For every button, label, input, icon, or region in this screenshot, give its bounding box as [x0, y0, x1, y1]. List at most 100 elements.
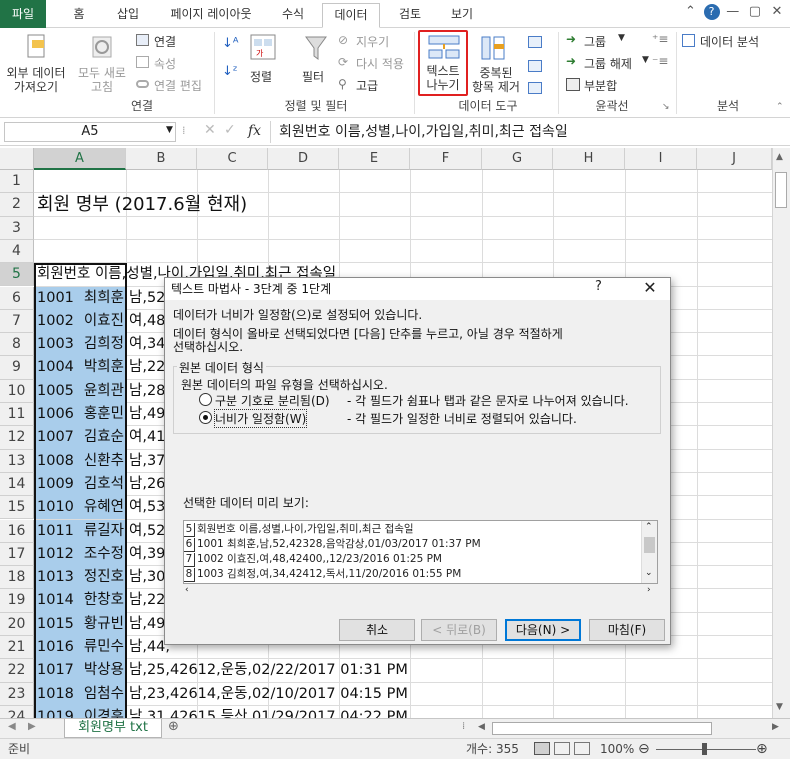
minimize-button[interactable]: —: [724, 4, 742, 19]
row-header[interactable]: 1: [0, 170, 34, 194]
selected-cell[interactable]: 1010 유혜연: [34, 496, 126, 520]
zoom-level[interactable]: 100%: [600, 739, 634, 759]
data-analysis-button[interactable]: 데이터 분석: [682, 32, 778, 50]
selected-cell[interactable]: 1005 윤희관: [34, 379, 126, 403]
preview-scroll-left-icon[interactable]: ‹: [185, 585, 189, 595]
row-header[interactable]: 17: [0, 542, 34, 567]
selected-cell[interactable]: 1012 조수정: [34, 542, 126, 567]
dialog-help-button[interactable]: ?: [595, 279, 602, 294]
back-button[interactable]: < 뒤로(B): [421, 619, 497, 641]
selected-cell[interactable]: 1015 황규빈: [34, 612, 126, 636]
row-header[interactable]: 6: [0, 286, 34, 310]
zoom-in-icon[interactable]: ⊕: [756, 739, 768, 759]
cancel-entry-icon[interactable]: ✕: [204, 122, 216, 138]
tab-page-layout[interactable]: 페이지 레이아웃: [160, 3, 262, 28]
formula-bar-handle-icon[interactable]: ⁞: [182, 124, 186, 137]
maximize-button[interactable]: ▢: [746, 4, 764, 19]
selected-cell[interactable]: 1007 김효순: [34, 426, 126, 450]
vertical-scrollbar[interactable]: ▲ ▼: [772, 148, 790, 718]
tab-view[interactable]: 보기: [442, 3, 482, 28]
row-header[interactable]: 18: [0, 566, 34, 590]
radio-delimited-indicator[interactable]: [199, 393, 212, 406]
tab-file[interactable]: 파일: [0, 0, 46, 28]
preview-scroll-thumb[interactable]: [644, 537, 655, 553]
column-header-h[interactable]: H: [553, 148, 625, 170]
confirm-entry-icon[interactable]: ✓: [224, 122, 236, 138]
zoom-out-icon[interactable]: ⊖: [638, 739, 650, 759]
radio-fixed-width-indicator[interactable]: [199, 411, 212, 424]
page-layout-view-icon[interactable]: [554, 742, 570, 755]
sort-asc-button[interactable]: ↓ᴬ: [220, 34, 242, 56]
collapse-ribbon-icon[interactable]: ⌃: [776, 102, 784, 112]
row-header[interactable]: 23: [0, 682, 34, 706]
sort-desc-button[interactable]: ↓ᶻ: [220, 62, 242, 84]
formula-input[interactable]: 회원번호 이름,성별,나이,가입일,취미,최근 접속일: [270, 121, 786, 143]
selected-cell[interactable]: 1017 박상용: [34, 659, 126, 683]
row-header[interactable]: 22: [0, 659, 34, 683]
row-header[interactable]: 16: [0, 519, 34, 543]
selected-cell[interactable]: 1016 류민수: [34, 636, 126, 660]
row-header[interactable]: 4: [0, 239, 34, 264]
reapply-button[interactable]: ⟳ 다시 적용: [338, 54, 414, 72]
selected-cell[interactable]: 1014 한창호: [34, 589, 126, 613]
clear-filter-button[interactable]: ⊘ 지우기: [338, 32, 414, 50]
row-header[interactable]: 2: [0, 193, 34, 217]
row-header[interactable]: 24: [0, 705, 34, 718]
selected-cell[interactable]: 1018 임첨수: [34, 682, 126, 706]
column-header-g[interactable]: G: [482, 148, 553, 170]
select-all-corner[interactable]: [0, 148, 34, 170]
what-if-button[interactable]: [526, 80, 548, 98]
row-header[interactable]: 9: [0, 356, 34, 380]
get-external-data-button[interactable]: 외부 데이터 가져오기: [4, 32, 68, 96]
data-preview-box[interactable]: 5 회원번호 이름,성별,나이,가입일,취미,최근 접속일 6 1001 최희훈,남,…: [183, 520, 658, 584]
properties-button[interactable]: 속성: [136, 54, 216, 72]
help-icon[interactable]: ?: [703, 4, 720, 20]
column-header-d[interactable]: D: [268, 148, 339, 170]
next-button[interactable]: 다음(N) >: [505, 619, 581, 641]
selected-cell[interactable]: 1009 김호석: [34, 472, 126, 497]
column-header-i[interactable]: I: [625, 148, 697, 170]
advanced-filter-button[interactable]: ⚲ 고급: [338, 76, 414, 94]
row-header[interactable]: 8: [0, 333, 34, 357]
selected-cell[interactable]: 1013 정진호: [34, 566, 126, 590]
preview-horizontal-scrollbar[interactable]: ‹ ›: [183, 585, 658, 599]
column-header-f[interactable]: F: [410, 148, 482, 170]
tab-insert[interactable]: 삽입: [108, 3, 148, 28]
scroll-up-icon[interactable]: ▲: [776, 152, 783, 162]
member-rest-cell[interactable]: 남,25,42612,운동,02/22/2017 01:31 PM: [126, 659, 408, 682]
refresh-all-button[interactable]: 모두 새로 고침: [72, 32, 132, 96]
radio-delimited[interactable]: 구분 기호로 분리됨(D) - 각 필드가 쉼표나 탭과 같은 문자로 나누어져…: [199, 392, 659, 408]
title-cell[interactable]: 회원 명부 (2017.6월 현재): [34, 193, 247, 216]
sheet-tab-active[interactable]: 회원명부 txt: [64, 719, 162, 738]
cancel-button[interactable]: 취소: [339, 619, 415, 641]
tab-formulas[interactable]: 수식: [275, 3, 311, 28]
show-detail-icon[interactable]: ⁺≡: [652, 32, 668, 46]
row-header[interactable]: 11: [0, 403, 34, 427]
remove-duplicates-button[interactable]: 중복된 항목 제거: [470, 32, 522, 94]
tab-review[interactable]: 검토: [390, 3, 430, 28]
selected-cell[interactable]: 1011 류길자: [34, 519, 126, 543]
column-header-a[interactable]: A: [34, 148, 126, 170]
column-header-c[interactable]: C: [197, 148, 268, 170]
column-header-b[interactable]: B: [126, 148, 197, 170]
horizontal-scroll-thumb[interactable]: [492, 722, 712, 735]
row-header[interactable]: 3: [0, 216, 34, 240]
row-header[interactable]: 13: [0, 449, 34, 473]
row-header[interactable]: 20: [0, 612, 34, 636]
preview-scroll-up-icon[interactable]: ⌃: [645, 522, 653, 532]
consolidate-button[interactable]: [526, 58, 548, 76]
selected-cell[interactable]: 1003 김희정: [34, 333, 126, 357]
caret-up-icon[interactable]: ⌃: [681, 4, 699, 19]
connections-button[interactable]: 연결: [136, 32, 216, 50]
normal-view-icon[interactable]: [534, 742, 550, 755]
close-button[interactable]: ✕: [768, 4, 786, 19]
tab-data[interactable]: 데이터: [322, 3, 380, 28]
page-break-view-icon[interactable]: [574, 742, 590, 755]
row-header[interactable]: 19: [0, 589, 34, 613]
outline-dialog-launcher-icon[interactable]: ↘: [662, 102, 670, 112]
selected-cell[interactable]: 1006 홍훈민: [34, 403, 126, 427]
sort-button[interactable]: 가 정렬: [246, 32, 280, 94]
row-header[interactable]: 14: [0, 472, 34, 497]
selected-cell[interactable]: 1019 이경훈: [34, 705, 126, 718]
filter-button[interactable]: 필터: [296, 32, 336, 94]
